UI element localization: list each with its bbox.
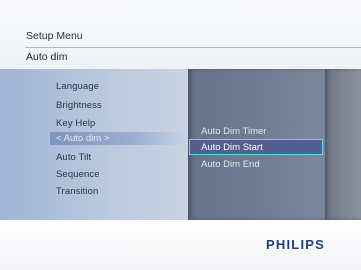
menu-item-auto-dim-label: < Auto dim > <box>56 133 110 144</box>
menu-area: Language Brightness Key Help < Auto dim … <box>0 69 361 220</box>
philips-logo: PHILIPS <box>266 237 325 252</box>
submenu-item-auto-dim-end[interactable]: Auto Dim End <box>201 159 260 170</box>
submenu-item-auto-dim-timer[interactable]: Auto Dim Timer <box>201 126 266 137</box>
value-panel <box>325 69 361 220</box>
header-divider <box>25 47 361 48</box>
menu-item-key-help[interactable]: Key Help <box>56 118 95 129</box>
footer: PHILIPS <box>0 220 361 270</box>
menu-title: Setup Menu <box>26 30 83 42</box>
header: Setup Menu Auto dim <box>0 0 361 70</box>
menu-item-brightness[interactable]: Brightness <box>56 100 102 111</box>
menu-item-auto-dim[interactable]: < Auto dim > <box>50 132 188 145</box>
photo-frame-screen: Setup Menu Auto dim Language Brightness … <box>0 0 361 270</box>
menu-item-transition[interactable]: Transition <box>56 186 98 197</box>
menu-item-auto-tilt[interactable]: Auto Tilt <box>56 152 91 163</box>
breadcrumb: Auto dim <box>26 51 68 63</box>
submenu-item-auto-dim-start[interactable]: Auto Dim Start <box>189 139 323 155</box>
submenu-panel: Auto Dim Timer Auto Dim Start Auto Dim E… <box>188 69 325 220</box>
main-menu-panel: Language Brightness Key Help < Auto dim … <box>0 69 188 220</box>
menu-item-sequence[interactable]: Sequence <box>56 169 100 180</box>
menu-item-language[interactable]: Language <box>56 81 99 92</box>
submenu-item-auto-dim-start-label: Auto Dim Start <box>201 142 263 153</box>
